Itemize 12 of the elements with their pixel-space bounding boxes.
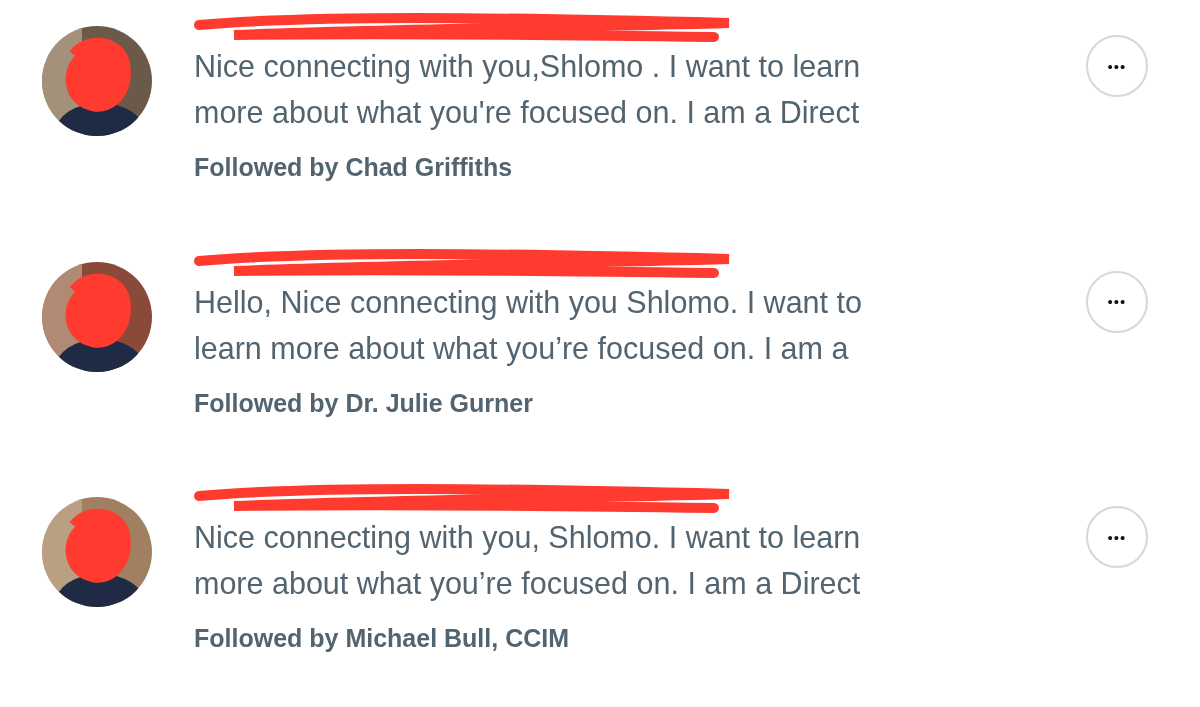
more-options-button[interactable]: ••• — [1086, 506, 1148, 569]
bio-line: Hello, Nice connecting with you Shlomo. I want to — [194, 283, 863, 322]
bio-line: Nice connecting with you, Shlomo. I want to learn — [194, 519, 862, 557]
followed-by-text: Followed by Chad Griffiths — [194, 153, 514, 182]
followed-by-text: Followed by Michael Bull, CCIM — [194, 624, 571, 654]
more-options-button[interactable]: ••• — [1086, 35, 1148, 97]
bio-line: more about what you’re focused on. I am a Direct — [194, 565, 862, 603]
bio-line: learn more about what you’re focused on. I am a — [194, 329, 850, 368]
more-options-button[interactable]: ••• — [1086, 270, 1148, 333]
bio-line: Nice connecting with you,Shlomo . I want to learn — [194, 48, 862, 86]
followed-by-text: Followed by Dr. Julie Gurner — [194, 388, 534, 418]
bio-line: more about what you're focused on. I am a Direct — [194, 94, 861, 132]
